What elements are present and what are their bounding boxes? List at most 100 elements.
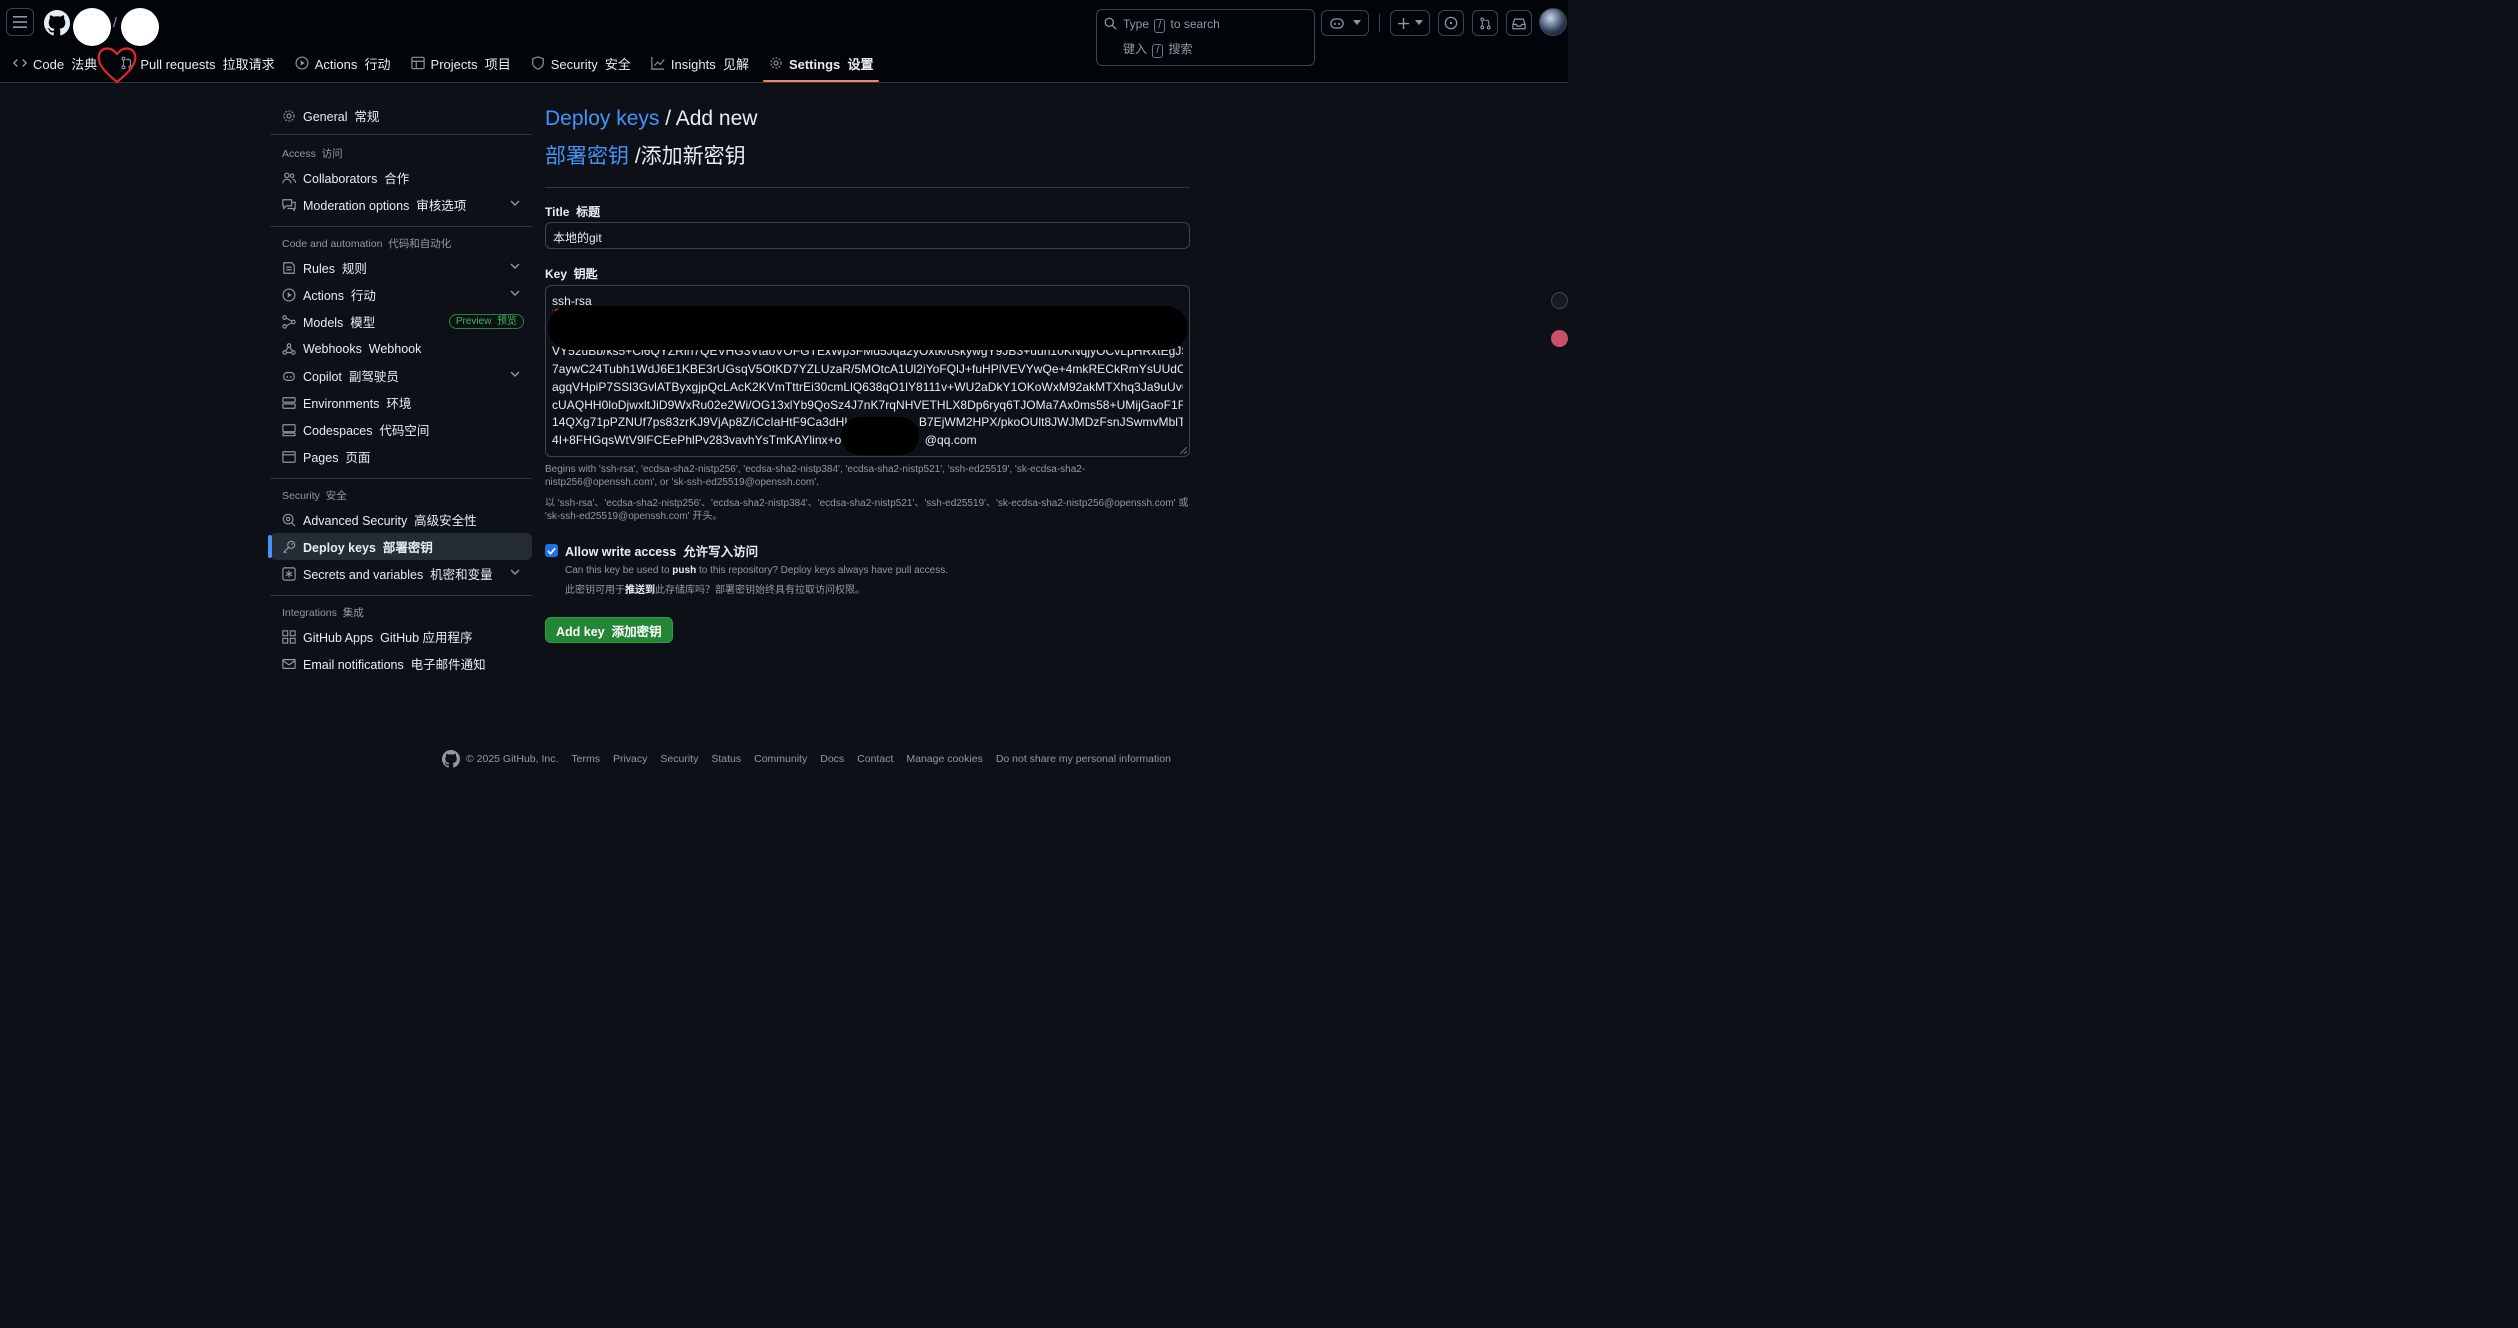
page-title-zh: 部署密钥 /添加新密钥 <box>545 145 746 168</box>
key-textarea[interactable]: ssh-rsa VY52uBb/ks5+Cl6QYZRin7QEVHG3Vtao… <box>545 285 1190 457</box>
webhook-icon <box>282 342 296 356</box>
sidebar-item-rules[interactable]: Rules 规则 <box>270 254 532 281</box>
inbox-button[interactable] <box>1506 10 1532 36</box>
sidebar-section-code-automation: Code and automation 代码和自动化 <box>282 238 452 250</box>
chevron-down-icon <box>510 263 520 269</box>
sidebar-item-actions[interactable]: Actions 行动 <box>270 281 532 308</box>
create-new-button[interactable] <box>1390 10 1430 36</box>
sidebar-item-general[interactable]: General 常规 <box>270 102 532 129</box>
sidebar-item-email-notifications[interactable]: Email notifications 电子邮件通知 <box>270 650 532 677</box>
sidebar-item-models[interactable]: Models 模型 Preview 预览 <box>270 308 532 335</box>
git-pull-request-icon <box>1479 17 1491 29</box>
title-divider <box>545 187 1190 188</box>
sidebar-section-integrations: Integrations 集成 <box>282 607 364 619</box>
check-icon <box>547 547 556 555</box>
breadcrumb-deploy-keys-link-zh[interactable]: 部署密钥 <box>545 145 629 168</box>
tab-security[interactable]: Security 安全 <box>521 52 641 74</box>
repo-name-redacted[interactable] <box>121 8 159 46</box>
tab-insights[interactable]: Insights 见解 <box>641 52 759 74</box>
owner-avatar-redacted[interactable] <box>73 8 111 46</box>
copilot-button[interactable] <box>1321 10 1369 36</box>
resize-handle-icon <box>1180 447 1187 454</box>
hamburger-icon <box>13 16 27 28</box>
search-placeholder-en: Type / to search <box>1123 17 1220 33</box>
chevron-down-icon <box>1414 20 1423 25</box>
shield-icon <box>531 56 544 70</box>
add-key-button[interactable]: Add key 添加密钥 <box>545 617 673 643</box>
footer-link-contact[interactable]: Contact <box>857 753 893 765</box>
inbox-icon <box>1512 18 1526 29</box>
sidebar-item-deploy-keys[interactable]: Deploy keys 部署密钥 <box>268 533 532 560</box>
sidebar-item-webhooks[interactable]: Webhooks Webhook <box>270 335 532 362</box>
chevron-down-icon <box>510 200 520 206</box>
footer-link-status[interactable]: Status <box>711 753 741 765</box>
codescan-icon <box>282 513 296 527</box>
sidebar-item-codespaces[interactable]: Codespaces 代码空间 <box>270 416 532 443</box>
allow-write-checkbox[interactable] <box>545 544 558 557</box>
key-format-hint-zh: 以 'ssh-rsa'、'ecdsa-sha2-nistp256'、'ecdsa… <box>545 498 1189 522</box>
copilot-icon <box>1330 18 1344 29</box>
chevron-down-icon <box>510 371 520 377</box>
footer-link-manage-cookies[interactable]: Manage cookies <box>906 753 982 765</box>
pull-requests-button[interactable] <box>1472 10 1498 36</box>
key-icon <box>282 540 296 554</box>
github-logo-icon[interactable] <box>442 750 460 768</box>
tab-settings[interactable]: Settings 设置 <box>759 52 884 82</box>
footer-link-security[interactable]: Security <box>660 753 698 765</box>
write-access-description-zh: 此密钥可用于推送到此存储库吗？部署密钥始终具有拉取访问权限。 <box>565 585 865 596</box>
footer-link-terms[interactable]: Terms <box>571 753 600 765</box>
footer-link-do-not-share[interactable]: Do not share my personal information <box>996 753 1171 765</box>
sidebar-item-environments[interactable]: Environments 环境 <box>270 389 532 416</box>
sidebar-section-security: Security 安全 <box>282 490 347 502</box>
sidebar-section-access: Access 访问 <box>282 148 343 160</box>
sidebar-item-github-apps[interactable]: GitHub Apps GitHub 应用程序 <box>270 623 532 650</box>
title-field[interactable]: 本地的git <box>545 222 1190 249</box>
page-footer: © 2025 GitHub, Inc. Terms Privacy Securi… <box>442 750 1171 768</box>
sidebar-item-moderation-options[interactable]: Moderation options 审核选项 <box>270 191 532 218</box>
user-avatar[interactable] <box>1539 8 1567 36</box>
breadcrumb-deploy-keys-link[interactable]: Deploy keys <box>545 107 659 130</box>
sidebar-item-copilot[interactable]: Copilot 副驾驶员 <box>270 362 532 389</box>
footer-link-privacy[interactable]: Privacy <box>613 753 647 765</box>
search-icon <box>1104 17 1117 30</box>
play-icon <box>295 56 309 70</box>
browser-icon <box>282 450 296 464</box>
sidebar-item-secrets-and-variables[interactable]: Secrets and variables 机密和变量 <box>270 560 532 587</box>
footer-link-docs[interactable]: Docs <box>820 753 844 765</box>
footer-link-community[interactable]: Community <box>754 753 807 765</box>
tab-actions[interactable]: Actions 行动 <box>285 52 401 74</box>
sidebar-item-collaborators[interactable]: Collaborators 合作 <box>270 164 532 191</box>
server-icon <box>282 396 296 410</box>
email-redaction-mark <box>841 417 919 455</box>
codespaces-icon <box>282 423 296 437</box>
chevron-down-icon <box>510 569 520 575</box>
footer-copyright: © 2025 GitHub, Inc. <box>466 753 559 765</box>
top-header: / Code 法典 Pull requests 拉取请求 Actions 行动 … <box>0 0 1568 84</box>
allow-write-access[interactable]: Allow write access 允许写入访问 <box>545 541 1190 560</box>
tab-projects[interactable]: Projects 项目 <box>401 52 521 74</box>
comment-discussion-icon <box>282 198 296 212</box>
settings-sidebar: General 常规 Access 访问 Collaborators 合作 Mo… <box>268 102 532 677</box>
floating-apps-icon[interactable] <box>1551 292 1568 309</box>
floating-translate-icon[interactable] <box>1551 330 1568 347</box>
title-field-label: Title 标题 <box>545 205 601 219</box>
gear-icon <box>282 109 296 123</box>
issue-opened-icon <box>1444 16 1458 30</box>
add-deploy-key-form: Deploy keys / Add new 部署密钥 /添加新密钥 Title … <box>545 104 1190 643</box>
people-icon <box>282 171 296 185</box>
plus-icon <box>1397 17 1409 29</box>
chevron-down-icon <box>510 290 520 296</box>
key-format-hint: Begins with 'ssh-rsa', 'ecdsa-sha2-nistp… <box>545 464 1086 488</box>
apps-icon <box>282 629 296 644</box>
search-input[interactable]: Type / to search 键入 / 搜索 <box>1096 9 1315 66</box>
sidebar-item-advanced-security[interactable]: Advanced Security 高级安全性 <box>270 506 532 533</box>
key-asterisk-icon <box>282 566 296 581</box>
tab-code[interactable]: Code 法典 <box>0 52 107 74</box>
play-icon <box>282 287 296 302</box>
github-logo-icon[interactable] <box>44 10 70 36</box>
key-field-label: Key 钥匙 <box>545 267 598 281</box>
sidebar-item-pages[interactable]: Pages 页面 <box>270 443 532 470</box>
sidebar-divider <box>270 595 532 596</box>
menu-button[interactable] <box>6 8 34 36</box>
issues-button[interactable] <box>1438 10 1464 36</box>
